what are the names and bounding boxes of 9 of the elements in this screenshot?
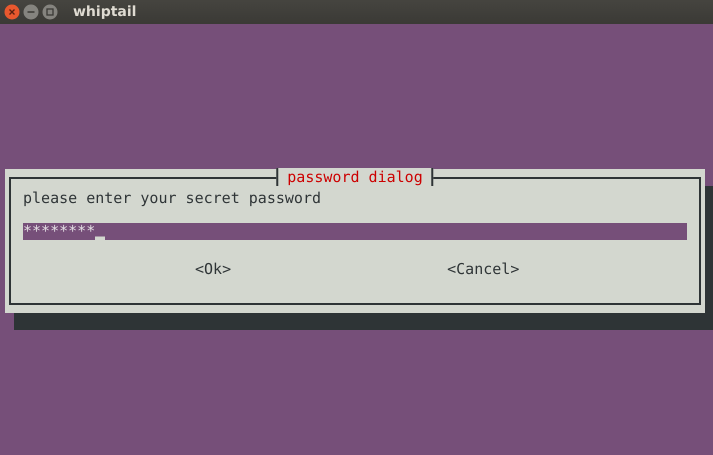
prompt-text: please enter your secret password	[23, 189, 322, 207]
minimize-icon[interactable]	[23, 4, 39, 20]
maximize-icon[interactable]	[42, 4, 58, 20]
close-icon[interactable]	[4, 4, 20, 20]
dialog-title: password dialog	[276, 168, 434, 186]
password-field[interactable]: ********	[23, 223, 687, 240]
window-title: whiptail	[73, 4, 136, 20]
cancel-button[interactable]: <Cancel>	[447, 260, 520, 278]
ok-button[interactable]: <Ok>	[195, 260, 232, 278]
